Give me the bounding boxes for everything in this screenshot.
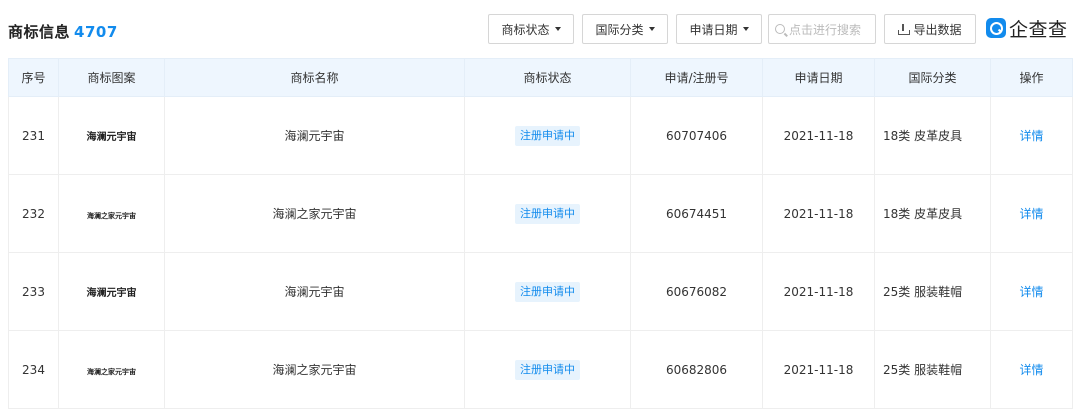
chevron-down-icon — [648, 27, 655, 31]
status-cell: 注册申请中 — [464, 96, 631, 175]
column-header-reg-no[interactable]: 申请/注册号 — [630, 58, 763, 97]
table-row: 231 海澜元宇宙 海澜元宇宙 注册申请中 60707406 2021-11-1… — [8, 96, 1073, 175]
section-title-text: 商标信息 — [8, 23, 71, 41]
section-title: 商标信息 4707 — [8, 21, 118, 42]
trademark-pattern-text: 海澜元宇宙 — [86, 288, 137, 299]
application-date: 2021-11-18 — [762, 174, 875, 253]
export-button[interactable]: 导出数据 — [884, 14, 976, 44]
trademark-name: 海澜之家元宇宙 — [164, 330, 465, 409]
column-header-name[interactable]: 商标名称 — [164, 58, 465, 97]
table-row: 232 海澜之家元宇宙 海澜之家元宇宙 注册申请中 60674451 2021-… — [8, 174, 1073, 253]
trademark-image[interactable]: 海澜之家元宇宙 — [58, 174, 165, 253]
application-date: 2021-11-18 — [762, 252, 875, 331]
detail-link[interactable]: 详情 — [1019, 285, 1043, 299]
status-badge: 注册申请中 — [515, 203, 580, 224]
row-index: 234 — [8, 330, 59, 409]
search-placeholder: 点击进行搜索 — [789, 22, 862, 37]
column-header-class[interactable]: 国际分类 — [874, 58, 991, 97]
trademark-table: 序号 商标图案 商标名称 商标状态 申请/注册号 申请日期 国际分类 操作 23… — [8, 58, 1073, 409]
trademark-pattern-text: 海澜元宇宙 — [86, 132, 137, 143]
trademark-name: 海澜元宇宙 — [164, 252, 465, 331]
action-cell: 详情 — [990, 252, 1073, 331]
status-filter-button[interactable]: 商标状态 — [488, 14, 574, 44]
international-class: 18类 皮革皮具 — [874, 174, 991, 253]
qcc-logo-icon — [986, 18, 1006, 38]
table-row: 233 海澜元宇宙 海澜元宇宙 注册申请中 60676082 2021-11-1… — [8, 252, 1073, 331]
row-index: 232 — [8, 174, 59, 253]
search-icon — [775, 24, 785, 34]
status-badge: 注册申请中 — [515, 125, 580, 146]
international-class: 25类 服装鞋帽 — [874, 252, 991, 331]
section-header: 商标信息 4707 商标状态 国际分类 申请日期 点击进行搜索 导出数据 企查查 — [0, 0, 1080, 58]
detail-link[interactable]: 详情 — [1019, 129, 1043, 143]
search-input[interactable]: 点击进行搜索 — [768, 14, 876, 44]
class-filter-button[interactable]: 国际分类 — [582, 14, 668, 44]
date-filter-button[interactable]: 申请日期 — [676, 14, 762, 44]
chevron-down-icon — [554, 27, 561, 31]
trademark-image[interactable]: 海澜之家元宇宙 — [58, 330, 165, 409]
trademark-name: 海澜之家元宇宙 — [164, 174, 465, 253]
row-index: 233 — [8, 252, 59, 331]
international-class: 18类 皮革皮具 — [874, 96, 991, 175]
trademark-image[interactable]: 海澜元宇宙 — [58, 252, 165, 331]
column-header-index[interactable]: 序号 — [8, 58, 59, 97]
trademark-pattern-text: 海澜之家元宇宙 — [87, 211, 136, 220]
status-cell: 注册申请中 — [464, 174, 631, 253]
action-cell: 详情 — [990, 96, 1073, 175]
registration-number: 60707406 — [630, 96, 763, 175]
action-cell: 详情 — [990, 174, 1073, 253]
class-filter-label: 国际分类 — [595, 22, 644, 37]
trademark-pattern-text: 海澜之家元宇宙 — [87, 367, 136, 376]
detail-link[interactable]: 详情 — [1019, 207, 1043, 221]
registration-number: 60682806 — [630, 330, 763, 409]
status-filter-label: 商标状态 — [501, 22, 550, 37]
international-class: 25类 服装鞋帽 — [874, 330, 991, 409]
status-cell: 注册申请中 — [464, 330, 631, 409]
status-badge: 注册申请中 — [515, 281, 580, 302]
trademark-name: 海澜元宇宙 — [164, 96, 465, 175]
row-index: 231 — [8, 96, 59, 175]
registration-number: 60674451 — [630, 174, 763, 253]
column-header-date[interactable]: 申请日期 — [762, 58, 875, 97]
detail-link[interactable]: 详情 — [1019, 363, 1043, 377]
export-label: 导出数据 — [913, 22, 962, 37]
application-date: 2021-11-18 — [762, 96, 875, 175]
qcc-logo: 企查查 — [986, 14, 1068, 42]
chevron-down-icon — [742, 27, 749, 31]
table-row: 234 海澜之家元宇宙 海澜之家元宇宙 注册申请中 60682806 2021-… — [8, 330, 1073, 409]
logo-text: 企查查 — [1009, 18, 1068, 41]
trademark-count: 4707 — [74, 23, 118, 41]
download-icon — [898, 23, 911, 35]
registration-number: 60676082 — [630, 252, 763, 331]
column-header-action[interactable]: 操作 — [990, 58, 1073, 97]
status-cell: 注册申请中 — [464, 252, 631, 331]
table-header-row: 序号 商标图案 商标名称 商标状态 申请/注册号 申请日期 国际分类 操作 — [8, 58, 1073, 97]
action-cell: 详情 — [990, 330, 1073, 409]
column-header-status[interactable]: 商标状态 — [464, 58, 631, 97]
application-date: 2021-11-18 — [762, 330, 875, 409]
status-badge: 注册申请中 — [515, 359, 580, 380]
column-header-pattern[interactable]: 商标图案 — [58, 58, 165, 97]
trademark-image[interactable]: 海澜元宇宙 — [58, 96, 165, 175]
date-filter-label: 申请日期 — [689, 22, 738, 37]
